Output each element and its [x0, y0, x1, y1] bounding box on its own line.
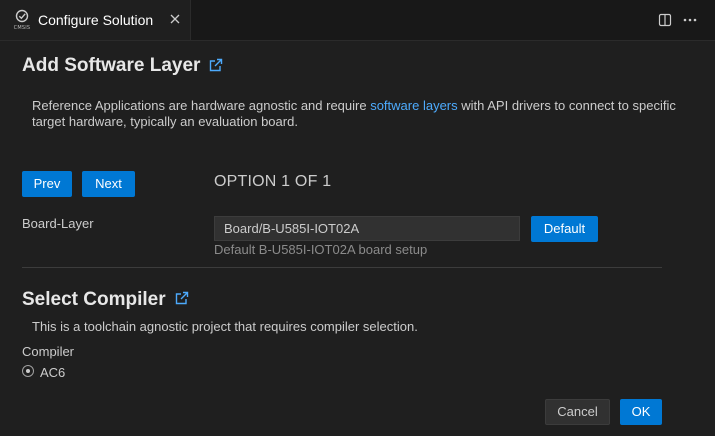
radio-selected-dot [26, 369, 30, 373]
close-icon[interactable] [166, 10, 184, 28]
cmsis-logo-text: CMSIS [13, 25, 31, 31]
prev-button[interactable]: Prev [22, 171, 72, 197]
board-layer-input[interactable]: Board/B-U585I-IOT02A [214, 216, 520, 241]
board-layer-label: Board-Layer [22, 216, 94, 231]
default-button[interactable]: Default [531, 216, 598, 242]
editor-tab-bar: CMSIS Configure Solution [0, 0, 715, 41]
split-editor-icon[interactable] [656, 11, 674, 29]
section-divider [22, 267, 662, 268]
external-link-icon[interactable] [174, 290, 190, 306]
software-layers-link[interactable]: software layers [370, 98, 457, 113]
compiler-radio-ac6[interactable] [22, 365, 34, 377]
ok-button[interactable]: OK [620, 399, 662, 425]
compiler-heading: Select Compiler [22, 289, 166, 310]
cmsis-logo-icon: CMSIS [13, 8, 31, 34]
compiler-description: This is a toolchain agnostic project tha… [32, 319, 418, 334]
compiler-option-label: AC6 [40, 365, 66, 380]
compiler-label: Compiler [22, 344, 75, 359]
cancel-button[interactable]: Cancel [545, 399, 610, 425]
software-layer-heading: Add Software Layer [22, 55, 201, 76]
board-layer-hint: Default B-U585I-IOT02A board setup [214, 242, 428, 257]
software-layer-description: Reference Applications are hardware agno… [32, 98, 692, 130]
description-text: Reference Applications are hardware agno… [32, 98, 371, 113]
tab-title: Configure Solution [38, 12, 154, 28]
external-link-icon[interactable] [208, 57, 224, 73]
more-actions-icon[interactable] [681, 11, 699, 29]
option-counter: OPTION 1 OF 1 [214, 173, 332, 190]
next-button[interactable]: Next [82, 171, 135, 197]
tab-configure-solution[interactable]: CMSIS Configure Solution [0, 0, 191, 40]
